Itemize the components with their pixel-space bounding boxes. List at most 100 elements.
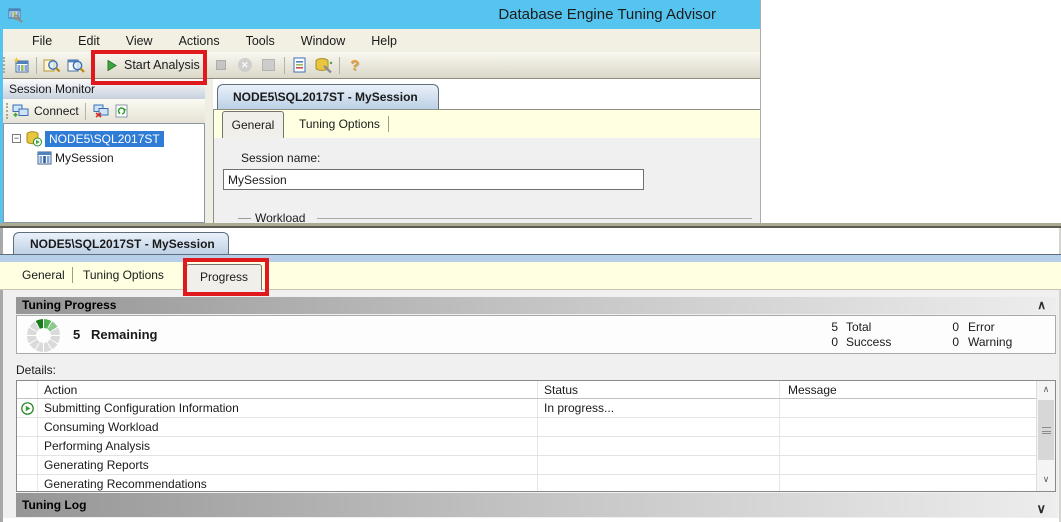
warning-label: Warning [968, 335, 1012, 349]
success-label: Success [846, 335, 891, 349]
apply-recommendations-button[interactable] [257, 54, 281, 76]
session-monitor-panel: Session Monitor Connect [3, 79, 205, 223]
bottom-tab-strip: General Tuning Options Progress [0, 262, 1061, 290]
toolbar-separator [339, 57, 340, 74]
remaining-count: 5 [73, 327, 80, 342]
total-count: 5 [818, 320, 838, 334]
disconnect-button[interactable] [92, 100, 112, 122]
database-wrench-icon [315, 57, 333, 74]
session-name-input[interactable] [223, 169, 644, 190]
tuning-progress-title: Tuning Progress [22, 298, 116, 312]
scrollbar-up-icon[interactable] [1037, 381, 1055, 398]
scrollbar-thumb[interactable] [1038, 400, 1054, 460]
progress-spinner-icon [27, 319, 60, 352]
status-cell: In progress... [544, 401, 614, 415]
tree-session-label[interactable]: MySession [55, 151, 114, 165]
report-icon [292, 57, 307, 73]
tab-tuning-options[interactable]: Tuning Options [299, 110, 380, 138]
table-row[interactable]: Performing Analysis [17, 437, 1036, 456]
window-border [0, 0, 3, 223]
screenshot-canvas: Database Engine Tuning Advisor File Edit… [0, 0, 1061, 522]
menu-tools[interactable]: Tools [233, 34, 288, 48]
help-button[interactable] [343, 54, 367, 76]
warning-count: 0 [939, 335, 959, 349]
tab-separator [388, 116, 389, 132]
tuning-log-header: Tuning Log [16, 493, 1056, 517]
table-row[interactable]: Generating Reports [17, 456, 1036, 475]
table-row[interactable]: Consuming Workload [17, 418, 1036, 437]
tree-row-session[interactable]: MySession [4, 148, 204, 167]
menu-help[interactable]: Help [358, 34, 410, 48]
total-label: Total [846, 320, 871, 334]
new-session-icon [13, 57, 30, 74]
menu-window[interactable]: Window [288, 34, 358, 48]
refresh-button[interactable] [112, 100, 132, 122]
expand-section-icon[interactable] [1036, 497, 1046, 521]
preview-report-button[interactable] [288, 54, 312, 76]
top-document-area: NODE5\SQL2017ST - MySession General Tuni… [213, 79, 760, 223]
action-cell: Generating Reports [44, 458, 149, 472]
menu-actions[interactable]: Actions [166, 34, 233, 48]
app-icon [7, 6, 25, 24]
table-row[interactable]: Generating Recommendations [17, 475, 1036, 492]
help-icon [350, 57, 359, 74]
in-progress-icon [21, 402, 34, 415]
window-title: Database Engine Tuning Advisor [498, 6, 716, 23]
start-analysis-annotation-box [91, 50, 207, 85]
toolbar-separator [284, 57, 285, 74]
workload-groupbox-line [238, 218, 251, 219]
menu-edit[interactable]: Edit [65, 34, 113, 48]
tab-separator [72, 267, 73, 283]
session-document-tab[interactable]: NODE5\SQL2017ST - MySession [217, 84, 439, 109]
toolbar-grip [6, 103, 10, 119]
tuning-log-title: Tuning Log [22, 498, 86, 512]
scrollbar-down-icon[interactable] [1037, 471, 1055, 488]
open-session-button[interactable] [40, 54, 64, 76]
action-cell: Submitting Configuration Information [44, 401, 239, 415]
open-file-magnifier-icon [43, 57, 61, 74]
tree-row-server[interactable]: NODE5\SQL2017ST [4, 129, 204, 148]
toolbar-separator [85, 103, 86, 120]
session-document-tab[interactable]: NODE5\SQL2017ST - MySession [13, 232, 229, 255]
table-row[interactable]: Submitting Configuration Information In … [17, 399, 1036, 418]
table-scrollbar[interactable] [1036, 381, 1055, 491]
connect-button[interactable]: Connect [12, 104, 79, 119]
remaining-label: Remaining [91, 327, 157, 342]
details-table: Action Status Message Submitting Configu… [16, 380, 1056, 492]
apply-icon [262, 59, 275, 71]
column-header-message[interactable]: Message [788, 383, 837, 397]
stop-analysis-button[interactable] [209, 54, 233, 76]
session-icon [37, 151, 52, 165]
open-workload-magnifier-icon [67, 57, 85, 74]
cancel-analysis-button[interactable] [233, 54, 257, 76]
new-session-button[interactable] [9, 54, 33, 76]
menu-bar: File Edit View Actions Tools Window Help [0, 29, 760, 52]
collapse-icon[interactable] [12, 134, 21, 143]
error-label: Error [968, 320, 995, 334]
column-header-status[interactable]: Status [544, 383, 578, 397]
evaluate-recommendations-button[interactable] [312, 54, 336, 76]
collapse-section-icon[interactable] [1037, 297, 1046, 314]
disconnect-icon [93, 104, 110, 118]
refresh-icon [115, 104, 128, 118]
window-border [0, 226, 1061, 228]
dta-main-window: Database Engine Tuning Advisor File Edit… [0, 0, 761, 223]
tab-general[interactable]: General [222, 111, 284, 139]
progress-summary-panel: 5 Remaining 5 Total 0 Success 0 Error 0 … [16, 315, 1056, 354]
title-bar: Database Engine Tuning Advisor [0, 0, 760, 29]
tab-general[interactable]: General [22, 262, 65, 289]
tab-tuning-options[interactable]: Tuning Options [83, 262, 164, 289]
menu-view[interactable]: View [113, 34, 166, 48]
toolbar-separator [36, 57, 37, 74]
workload-groupbox-line [317, 218, 752, 219]
open-workload-button[interactable] [64, 54, 88, 76]
error-count: 0 [939, 320, 959, 334]
document-tab-underline [0, 254, 1061, 262]
action-cell: Performing Analysis [44, 439, 150, 453]
tree-server-label[interactable]: NODE5\SQL2017ST [45, 131, 164, 147]
column-header-action[interactable]: Action [44, 383, 77, 397]
menu-file[interactable]: File [19, 34, 65, 48]
tuning-progress-header: Tuning Progress [16, 297, 1056, 314]
general-tab-panel: Session name: Workload [213, 138, 760, 223]
progress-window: NODE5\SQL2017ST - MySession General Tuni… [0, 223, 1061, 522]
